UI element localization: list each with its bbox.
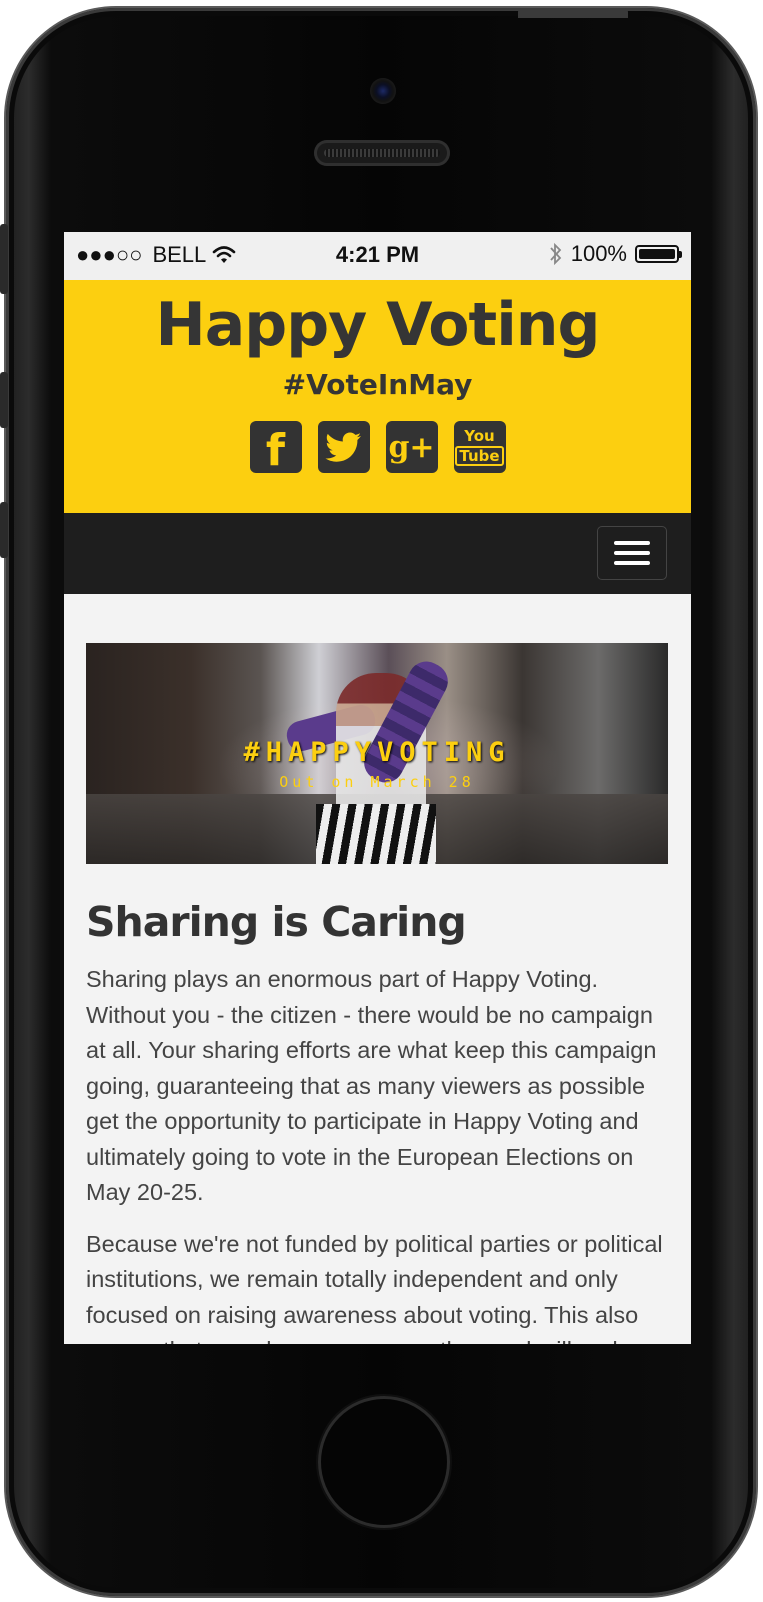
google-plus-icon[interactable]: g+ xyxy=(385,421,438,473)
body-paragraph: Because we're not funded by political pa… xyxy=(86,1230,663,1345)
earpiece-speaker xyxy=(314,140,450,166)
hero-subtitle: Out on March 28 xyxy=(279,773,475,791)
volume-up-button xyxy=(0,372,8,428)
power-button xyxy=(518,8,628,18)
hamburger-bar xyxy=(614,551,650,555)
section-heading: Sharing is Caring xyxy=(86,898,467,946)
menu-toggle-button[interactable] xyxy=(597,526,667,580)
twitter-icon[interactable] xyxy=(317,421,370,473)
twitter-bird-glyph xyxy=(324,432,361,462)
battery-icon xyxy=(635,245,682,263)
site-header: Happy Voting #VoteInMay f g+ You Tube xyxy=(64,280,691,513)
social-links: f g+ You Tube xyxy=(64,421,691,476)
phone-screen: ●●●○○ BELL 4:21 PM 100% Happy Voting #Vo… xyxy=(64,232,691,1344)
youtube-glyph-top: You xyxy=(464,427,495,445)
google-plus-glyph: g+ xyxy=(388,429,435,465)
hamburger-bar xyxy=(614,561,650,565)
mute-switch xyxy=(0,224,8,294)
status-right: 100% xyxy=(549,241,682,267)
status-bar: ●●●○○ BELL 4:21 PM 100% xyxy=(64,232,691,280)
facebook-icon[interactable]: f xyxy=(249,421,302,476)
hero-title: #HAPPYVOTING xyxy=(243,737,511,768)
facebook-glyph: f xyxy=(265,424,286,476)
home-button[interactable] xyxy=(318,1396,450,1528)
site-title[interactable]: Happy Voting xyxy=(64,280,691,360)
battery-percent: 100% xyxy=(570,241,627,266)
front-camera xyxy=(370,78,396,104)
hashtag-subtitle: #VoteInMay xyxy=(282,368,473,401)
main-content: #HAPPYVOTING Out on March 28 Sharing is … xyxy=(64,594,691,1344)
hero-figure-legs xyxy=(316,804,436,864)
bluetooth-icon xyxy=(550,242,561,266)
youtube-icon[interactable]: You Tube xyxy=(453,421,506,473)
nav-bar xyxy=(64,513,691,594)
hamburger-bar xyxy=(614,541,650,545)
volume-down-button xyxy=(0,502,8,558)
body-paragraph: Sharing plays an enormous part of Happy … xyxy=(86,966,657,1205)
hero-banner-image[interactable]: #HAPPYVOTING Out on March 28 xyxy=(86,643,668,864)
youtube-glyph-bottom: Tube xyxy=(455,446,504,466)
